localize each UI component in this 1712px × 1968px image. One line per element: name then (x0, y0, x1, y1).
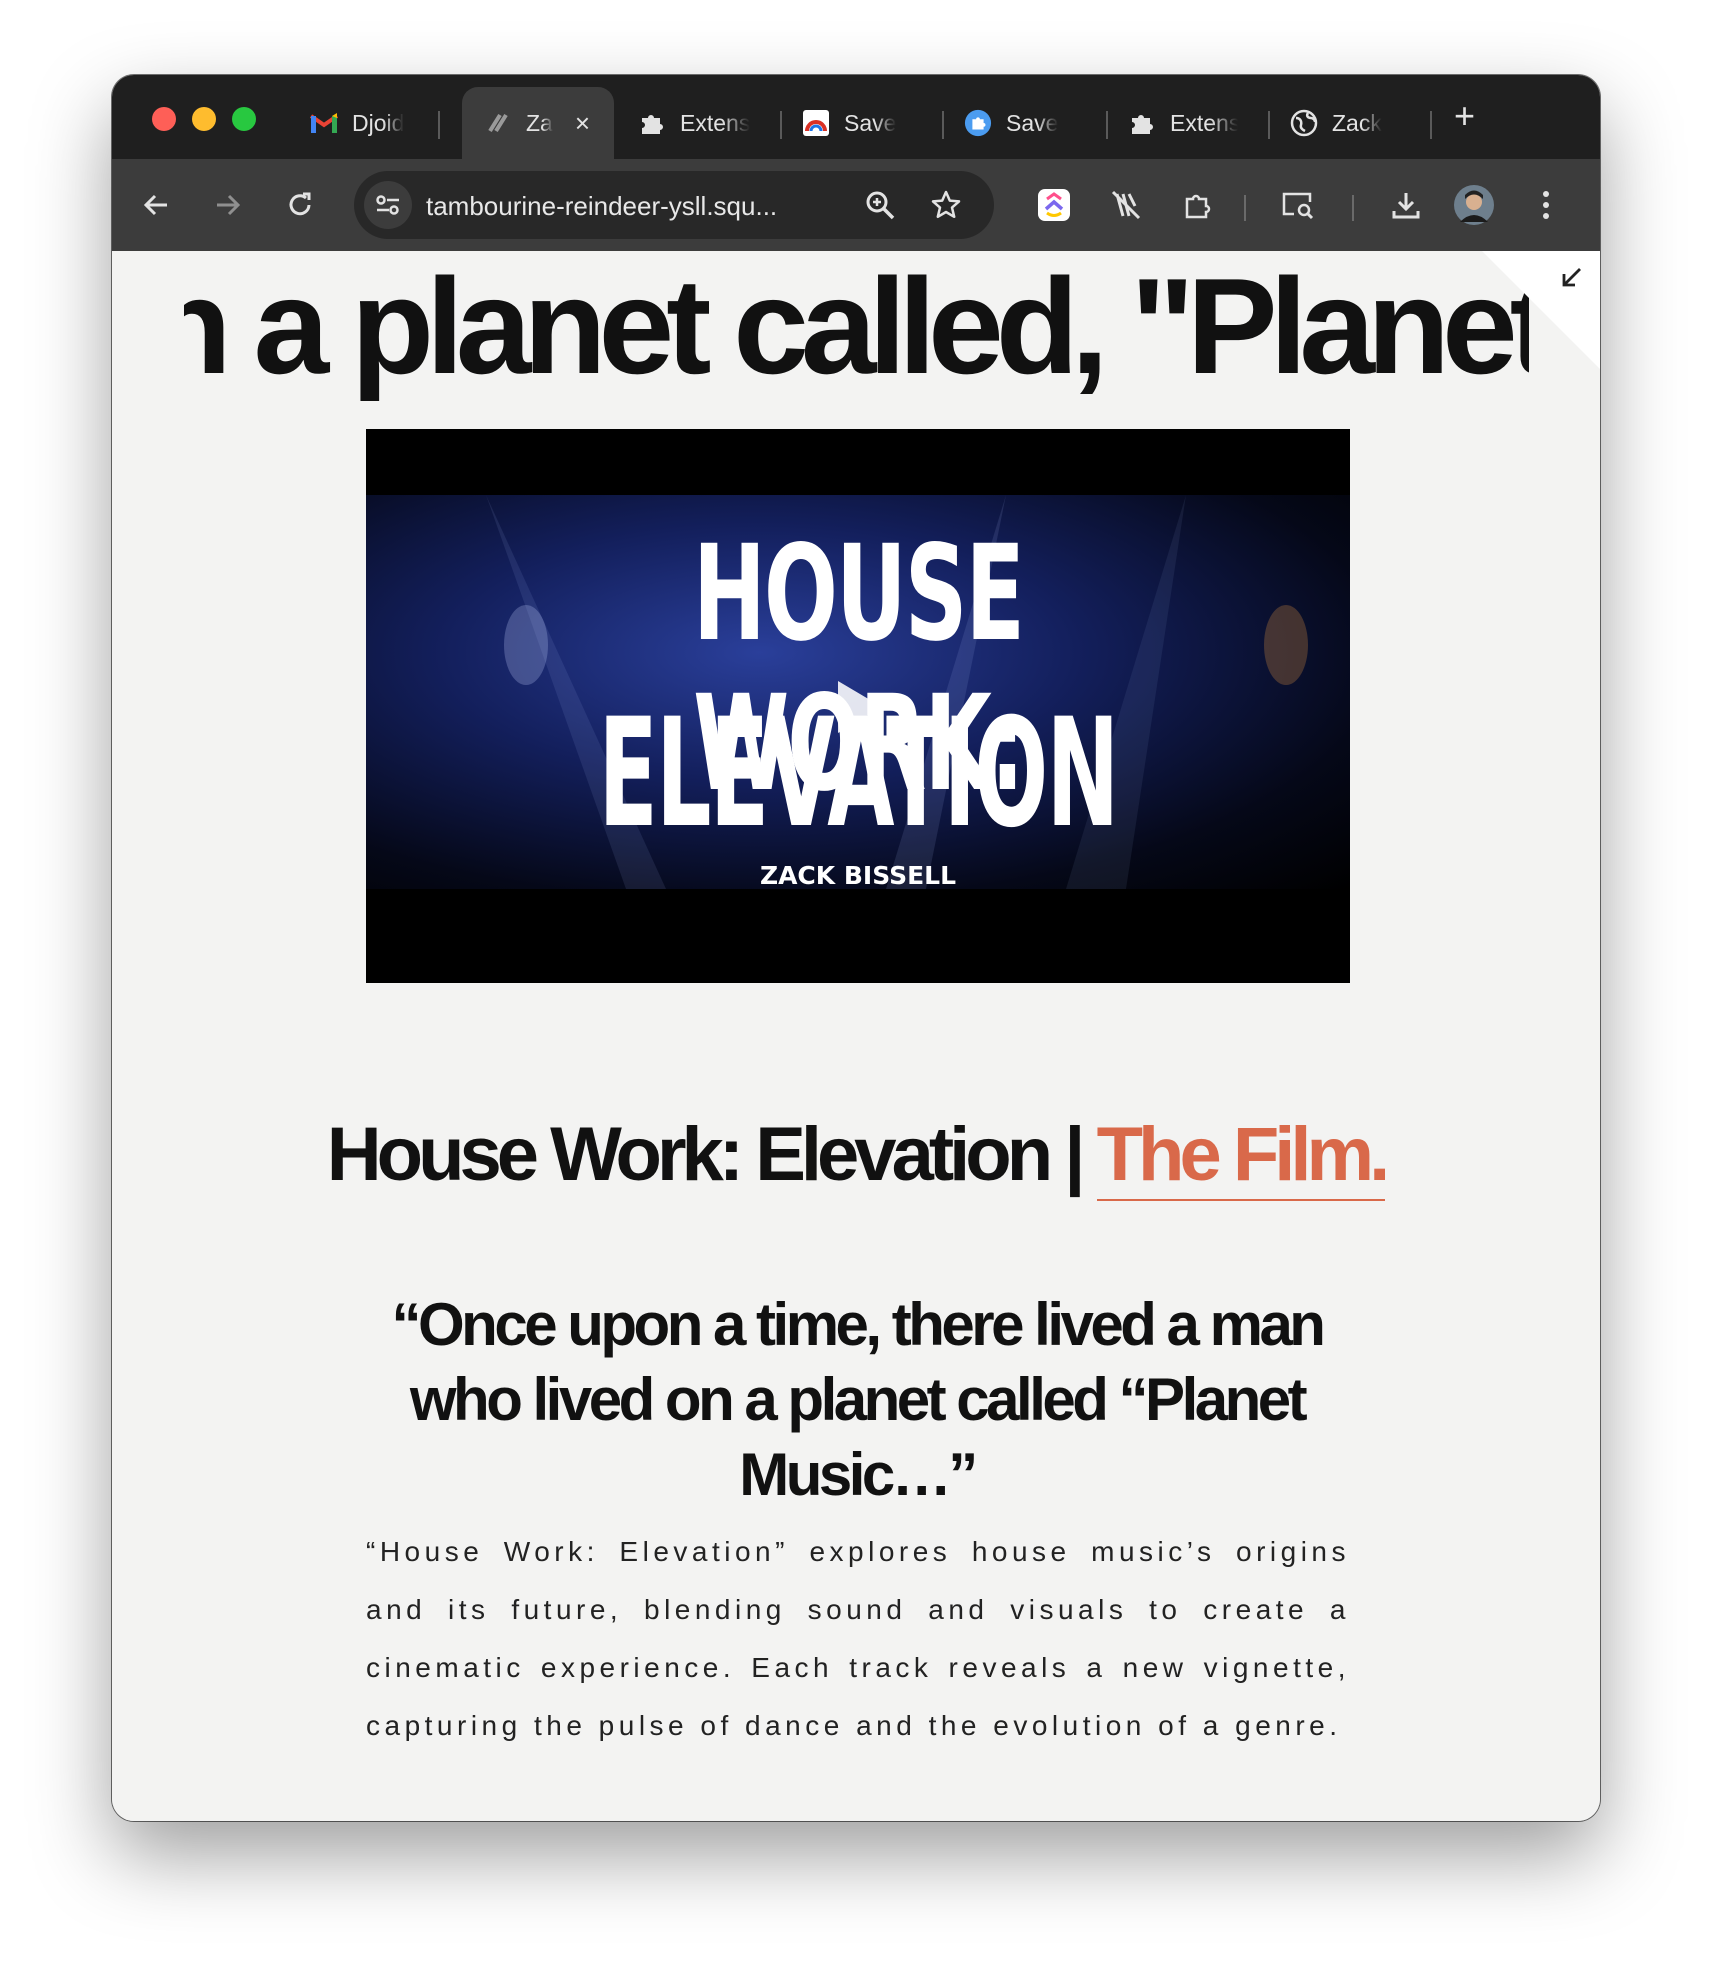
play-icon[interactable] (838, 681, 882, 733)
page-content: n a planet called, "Planet HOUSE WORK: E… (112, 251, 1600, 1821)
downloads-button[interactable] (1382, 181, 1430, 229)
squarespace-icon (484, 109, 512, 137)
pull-quote: “Once upon a time, there lived a man who… (391, 1291, 1326, 1508)
clickup-icon (1038, 189, 1070, 221)
save-app-icon (802, 109, 830, 137)
tab-extensions-2[interactable]: Extens (1128, 87, 1238, 159)
url-text: tambourine-reindeer-ysll.squ... (426, 191, 778, 221)
close-tab-icon[interactable]: × (575, 108, 590, 139)
marquee-text: n a planet called, "Planet (184, 251, 1529, 401)
toolbar-separator (1352, 195, 1354, 221)
tab-strip: Djoid Za × Extens Save Save Extens Zack … (112, 75, 1600, 159)
reload-button[interactable] (276, 181, 324, 229)
tab-title: Save (1006, 109, 1059, 136)
back-arrow-icon (143, 194, 167, 216)
tab-separator (942, 111, 944, 139)
forward-button[interactable] (204, 181, 252, 229)
menu-button[interactable] (1522, 181, 1570, 229)
extensions-button[interactable] (1174, 181, 1222, 229)
tab-zack[interactable]: Zack (1290, 87, 1382, 159)
download-icon (1392, 193, 1420, 219)
puzzle-icon (1128, 109, 1156, 137)
blue-puzzle-icon (964, 109, 992, 137)
marquee-banner: n a planet called, "Planet (184, 251, 1529, 401)
extension-slash-button[interactable] (1102, 181, 1150, 229)
site-info-button[interactable] (364, 181, 412, 229)
clickup-extension-button[interactable] (1030, 181, 1078, 229)
new-tab-button[interactable]: + (1454, 95, 1475, 137)
back-button[interactable] (132, 181, 180, 229)
heading-main-text: House Work: Elevation | (326, 1112, 1097, 1197)
tab-title: Djoid (352, 109, 405, 136)
collapse-arrow-icon[interactable] (1558, 265, 1584, 296)
tab-title: Extens (680, 109, 751, 136)
tab-separator (1430, 111, 1432, 139)
video-player[interactable]: HOUSE WORK: ELEVATION ZACK BISSELL (366, 429, 1350, 983)
gmail-icon (310, 109, 338, 137)
more-vert-icon (1543, 191, 1549, 219)
tab-title: Save (844, 109, 897, 136)
minimize-window-button[interactable] (192, 107, 216, 131)
tab-separator (1106, 111, 1108, 139)
extension-off-icon (1111, 190, 1141, 220)
tab-title: Zack (1332, 109, 1382, 136)
globe-icon (1290, 109, 1318, 137)
tab-title: Extens (1170, 109, 1238, 136)
close-window-button[interactable] (152, 107, 176, 131)
tune-icon (376, 195, 399, 215)
zoom-window-button[interactable] (232, 107, 256, 131)
tab-separator (780, 111, 782, 139)
avatar-icon (1454, 185, 1494, 225)
tab-active-squarespace[interactable]: Za × (462, 87, 614, 159)
bookmark-star-icon[interactable] (930, 189, 962, 226)
tab-title: Za (526, 109, 553, 136)
browser-window: Djoid Za × Extens Save Save Extens Zack … (112, 75, 1600, 1821)
tab-separator (438, 111, 440, 139)
tab-gmail[interactable]: Djoid (310, 87, 404, 159)
forward-arrow-icon (217, 194, 241, 216)
the-film-link[interactable]: The Film. (1096, 1112, 1390, 1201)
puzzle-icon (1185, 194, 1211, 219)
film-heading: House Work: Elevation | The Film. (112, 1111, 1600, 1201)
description-paragraph: “House Work: Elevation” explores house m… (366, 1536, 1350, 1741)
tab-save[interactable]: Save (802, 87, 896, 159)
zoom-icon[interactable] (864, 189, 896, 226)
tab-save-2[interactable]: Save (964, 87, 1058, 159)
cast-search-icon (1282, 192, 1314, 220)
reload-icon (289, 192, 311, 216)
tab-separator (1268, 111, 1270, 139)
address-bar[interactable]: tambourine-reindeer-ysll.squ... (354, 171, 994, 239)
profile-avatar[interactable] (1450, 181, 1498, 229)
puzzle-icon (638, 109, 666, 137)
toolbar: tambourine-reindeer-ysll.squ... (112, 159, 1600, 251)
tab-extensions[interactable]: Extens (638, 87, 750, 159)
toolbar-separator (1244, 195, 1246, 221)
video-credit: ZACK BISSELL (759, 861, 957, 890)
tab-search-button[interactable] (1274, 181, 1322, 229)
